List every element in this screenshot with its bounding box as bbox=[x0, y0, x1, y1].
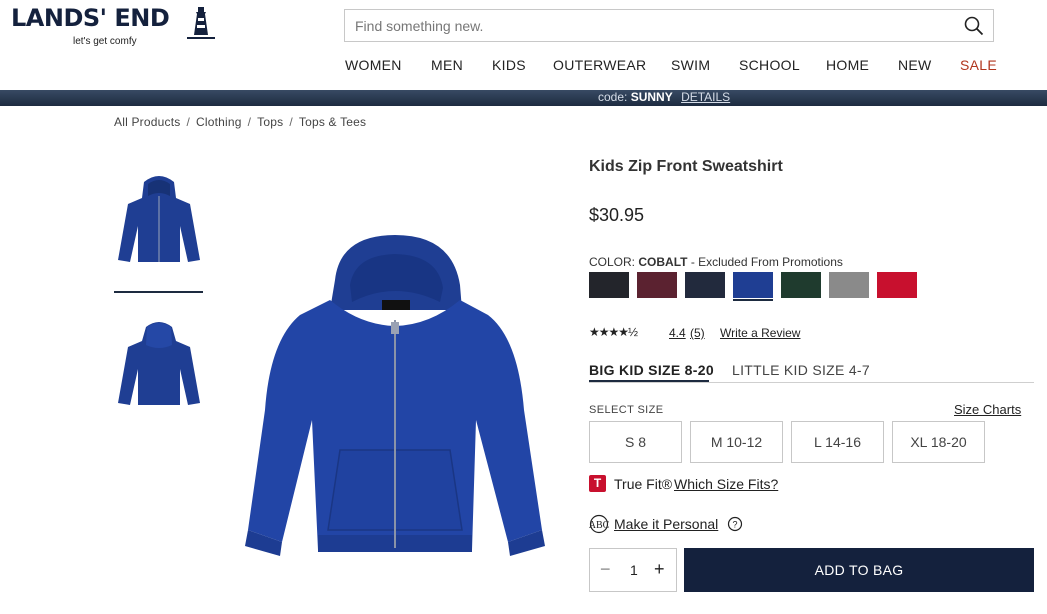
nav-item-school[interactable]: SCHOOL bbox=[739, 57, 800, 73]
truefit-label: True Fit® bbox=[614, 476, 673, 492]
write-review-link[interactable]: Write a Review bbox=[720, 326, 800, 340]
brand-logo[interactable]: LANDS' END let's get comfy bbox=[11, 4, 215, 50]
size-button-m10-12[interactable]: M 10-12 bbox=[690, 421, 783, 463]
select-size-label: SELECT SIZE bbox=[589, 404, 664, 416]
color-label: COLOR: COBALT - Excluded From Promotions bbox=[589, 255, 843, 269]
product-image[interactable] bbox=[240, 230, 550, 565]
swatch-cobalt[interactable] bbox=[733, 272, 773, 298]
quantity-value[interactable]: 1 bbox=[630, 562, 638, 578]
lighthouse-icon bbox=[187, 7, 215, 39]
thumbnail-back[interactable] bbox=[114, 315, 204, 415]
truefit-logo-icon: T bbox=[589, 475, 606, 492]
promo-prefix: code: bbox=[598, 90, 628, 104]
help-icon[interactable]: ? bbox=[727, 516, 743, 532]
quantity-stepper: − 1 + bbox=[589, 548, 677, 592]
monogram-icon: ABC bbox=[589, 514, 609, 534]
search-icon[interactable] bbox=[964, 16, 984, 36]
swatch-gray[interactable] bbox=[829, 272, 869, 298]
swatch-navy[interactable] bbox=[685, 272, 725, 298]
site-header: LANDS' END let's get comfy WOMEN MEN KID… bbox=[0, 0, 1047, 90]
tab-divider bbox=[589, 382, 1034, 383]
swatch-red[interactable] bbox=[877, 272, 917, 298]
nav-item-men[interactable]: MEN bbox=[431, 57, 463, 73]
nav-item-sale[interactable]: SALE bbox=[960, 57, 997, 73]
nav-item-outerwear[interactable]: OUTERWEAR bbox=[553, 57, 646, 73]
thumbnail-front[interactable] bbox=[114, 170, 204, 270]
quantity-increase-button[interactable]: + bbox=[654, 559, 665, 580]
product-title: Kids Zip Front Sweatshirt bbox=[589, 158, 783, 175]
swatch-evergreen[interactable] bbox=[781, 272, 821, 298]
promo-details-link[interactable]: DETAILS bbox=[681, 90, 730, 104]
breadcrumb-item[interactable]: Clothing bbox=[196, 115, 242, 129]
nav-item-women[interactable]: WOMEN bbox=[345, 57, 402, 73]
breadcrumb-separator: / bbox=[186, 115, 190, 129]
breadcrumb-item[interactable]: All Products bbox=[114, 115, 180, 129]
swatch-burgundy[interactable] bbox=[637, 272, 677, 298]
search-box[interactable] bbox=[344, 9, 994, 42]
brand-tagline: let's get comfy bbox=[73, 36, 137, 47]
nav-item-home[interactable]: HOME bbox=[826, 57, 869, 73]
breadcrumb-item[interactable]: Tops bbox=[257, 115, 283, 129]
nav-item-kids[interactable]: KIDS bbox=[492, 57, 526, 73]
breadcrumb: All Products / Clothing / Tops / Tops & Tees bbox=[114, 115, 366, 129]
breadcrumb-separator: / bbox=[289, 115, 293, 129]
color-label-prefix: COLOR: bbox=[589, 255, 636, 269]
quantity-decrease-button[interactable]: − bbox=[600, 559, 611, 580]
nav-item-swim[interactable]: SWIM bbox=[671, 57, 710, 73]
size-button-l14-16[interactable]: L 14-16 bbox=[791, 421, 884, 463]
breadcrumb-separator: / bbox=[247, 115, 252, 129]
size-charts-link[interactable]: Size Charts bbox=[954, 402, 1021, 417]
size-button-xl18-20[interactable]: XL 18-20 bbox=[892, 421, 985, 463]
promo-code: SUNNY bbox=[630, 90, 673, 104]
svg-text:?: ? bbox=[732, 520, 737, 530]
add-to-bag-button[interactable]: ADD TO BAG bbox=[684, 548, 1034, 592]
promo-text: code: SUNNY DETAILS bbox=[598, 90, 730, 104]
truefit-which-size-link[interactable]: Which Size Fits? bbox=[674, 476, 778, 492]
star-rating-icon: ★★★★½ bbox=[589, 325, 638, 339]
svg-text:ABC: ABC bbox=[589, 520, 609, 531]
nav-item-new[interactable]: NEW bbox=[898, 57, 932, 73]
promo-banner: code: SUNNY DETAILS bbox=[0, 90, 1047, 106]
color-name: COBALT bbox=[638, 255, 688, 269]
make-it-personal-link[interactable]: Make it Personal bbox=[614, 516, 718, 532]
brand-name: LANDS' END bbox=[11, 4, 170, 32]
size-button-s8[interactable]: S 8 bbox=[589, 421, 682, 463]
rating-value[interactable]: 4.4 bbox=[669, 326, 686, 340]
swatch-black[interactable] bbox=[589, 272, 629, 298]
tab-big-kid-size[interactable]: BIG KID SIZE 8-20 bbox=[589, 362, 714, 378]
product-price: $30.95 bbox=[589, 205, 645, 225]
search-input[interactable] bbox=[345, 10, 945, 41]
breadcrumb-item[interactable]: Tops & Tees bbox=[299, 115, 366, 129]
thumbnail-selected-indicator bbox=[114, 291, 203, 293]
color-note: - Excluded From Promotions bbox=[690, 255, 843, 269]
review-count[interactable]: (5) bbox=[690, 326, 705, 340]
tab-little-kid-size[interactable]: LITTLE KID SIZE 4-7 bbox=[732, 362, 870, 378]
swatch-selected-indicator bbox=[733, 299, 773, 301]
